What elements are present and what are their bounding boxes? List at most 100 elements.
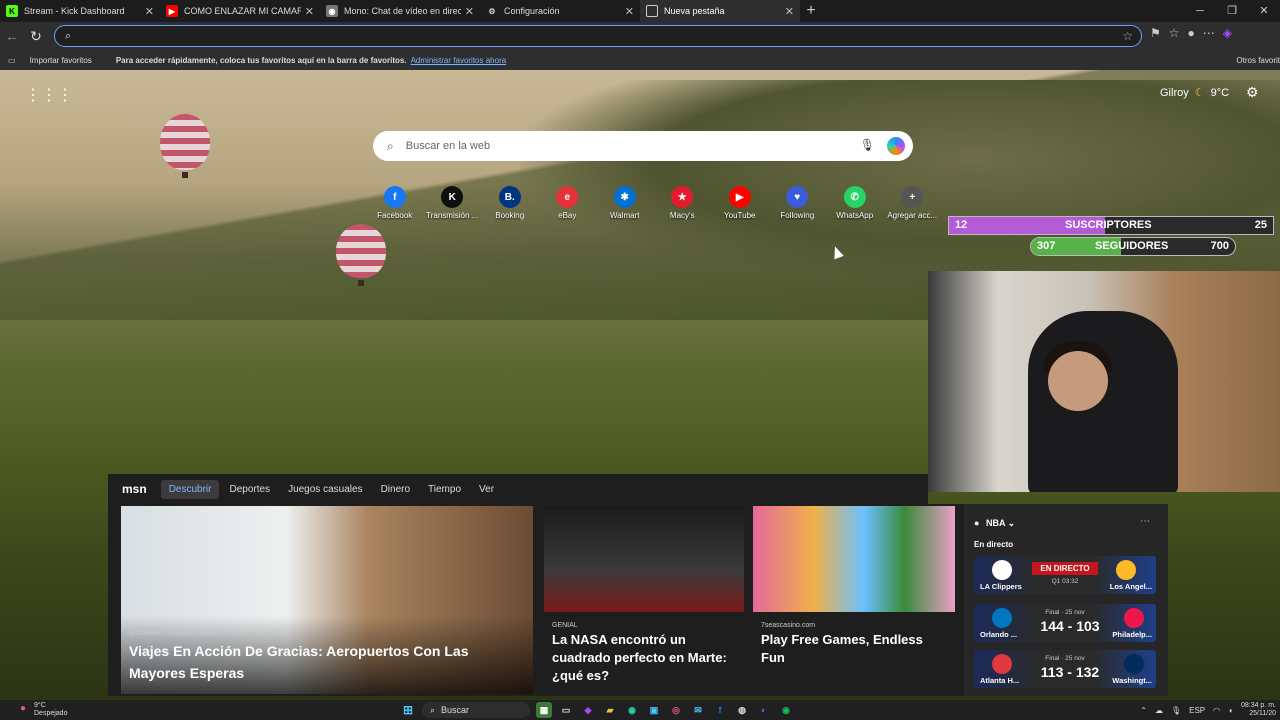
webcam-overlay [928,271,1280,492]
tab-label: COMO ENLAZAR MI CAMARA DE [184,6,301,16]
copilot-icon[interactable]: ◈ [580,702,596,718]
game-row[interactable]: EN DIRECTO Q1 03:32 LA Clippers Los Ange… [974,556,1156,594]
favorites-icon[interactable]: ☆ [1169,26,1180,40]
windows-start-icon[interactable]: ⊞ [400,702,416,718]
close-tab-icon[interactable]: ✕ [145,5,154,18]
tab-juegos-casuales[interactable]: Juegos casuales [280,480,371,499]
mail-icon[interactable]: ✉ [690,702,706,718]
tab-youtube-video[interactable]: ▶ COMO ENLAZAR MI CAMARA DE ✕ [160,0,320,22]
wifi-icon[interactable]: ◠ [1213,706,1220,715]
tab-kick-dashboard[interactable]: K Stream - Kick Dashboard ✕ [0,0,160,22]
back-icon[interactable]: ← [0,28,24,44]
shortcut-agregar-acc[interactable]: + Agregar acc... [884,186,942,220]
shortcut-icon: B. [498,186,521,208]
file-explorer-icon[interactable]: ▰ [602,702,618,718]
apps-grid-icon[interactable]: ⋮⋮⋮ [25,85,73,105]
shortcut-whatsapp[interactable]: ✆ WhatsApp [826,186,884,220]
shortcut-ebay[interactable]: e eBay [539,186,597,220]
mic-icon[interactable]: 🎙 [1171,706,1181,715]
subscribers-current: 12 [955,219,968,231]
shortcut-icon: ♥ [786,186,809,208]
youtube-icon: ▶ [166,5,178,17]
tab-tiempo[interactable]: Tiempo [420,480,469,499]
language-indicator[interactable]: ESP [1189,706,1205,715]
shortcut-following[interactable]: ♥ Following [769,186,827,220]
tab-dinero[interactable]: Dinero [373,480,418,499]
tab-deportes[interactable]: Deportes [221,480,278,499]
address-bar[interactable]: ⌕ ☆ [54,25,1142,47]
web-search-box[interactable]: ⌕ Buscar en la web 🎙 [373,131,913,161]
shortcut-facebook[interactable]: f Facebook [366,186,424,220]
game-row[interactable]: Final · 25 nov 144 - 103 Orlando ... Phi… [974,604,1156,642]
game-row[interactable]: Final · 25 nov 113 - 132 Atlanta H... Wa… [974,650,1156,688]
followers-current: 307 [1037,240,1056,252]
shortcut-booking[interactable]: B. Booking [481,186,539,220]
more-icon[interactable]: ⋯ [1203,26,1215,40]
shortcut-label: Transmisión ... [426,211,479,220]
facebook-icon[interactable]: f [712,702,728,718]
streamer-figure [1028,311,1178,492]
store-icon[interactable]: ▣ [646,702,662,718]
more-options-icon[interactable]: ⋯ [1140,516,1150,527]
live-badge: EN DIRECTO [1032,562,1098,575]
close-tab-icon[interactable]: ✕ [465,5,474,18]
favorite-star-icon[interactable]: ☆ [1122,29,1133,43]
edge-icon[interactable]: ◉ [624,702,640,718]
shortcut-macy-s[interactable]: ★ Macy's [654,186,712,220]
microphone-icon[interactable]: 🎙 [860,138,875,152]
tab-nueva-pestana[interactable]: Nueva pestaña ✕ [640,0,800,22]
import-favorites-link[interactable]: Importar favoritos [30,56,92,65]
close-tab-icon[interactable]: ✕ [625,5,634,18]
manage-favorites-link[interactable]: Administrar favoritos ahora [411,56,507,65]
shortcut-label: Macy's [669,211,695,220]
tab-label: Stream - Kick Dashboard [24,6,125,16]
profile-icon[interactable]: ● [1188,26,1195,40]
close-tab-icon[interactable]: ✕ [785,5,794,18]
new-tab-button[interactable]: + [800,0,822,22]
refresh-icon[interactable]: ↻ [24,28,48,45]
news-card[interactable]: GENIAL La NASA encontró un cuadrado perf… [544,506,744,694]
taskbar-search[interactable]: ⌕ Buscar [422,702,530,718]
close-tab-icon[interactable]: ✕ [305,5,314,18]
spotify-icon[interactable]: ◉ [778,702,794,718]
weather-icon[interactable]: ● [20,703,26,714]
widgets-icon[interactable]: ▦ [536,702,552,718]
copilot-icon[interactable]: ◈ [1223,26,1232,40]
tab-descubrir[interactable]: Descubrir [160,479,220,499]
taskbar-weather[interactable]: 9°C Despejado [34,702,67,718]
taskbar-clock[interactable]: 08:34 p. m. 25/11/20 [1241,702,1276,718]
extensions-icon[interactable]: ⚑ [1150,26,1161,40]
weather-widget[interactable]: Gilroy ☾ 9°C [1160,86,1229,100]
shortcut-youtube[interactable]: ▶ YouTube [711,186,769,220]
discord-icon[interactable]: ◐ [756,702,772,718]
shortcut-walmart[interactable]: ✱ Walmart [596,186,654,220]
tab-mono-chat[interactable]: ◉ Mono: Chat de vídeo en directo g ✕ [320,0,480,22]
followers-label: SEGUIDORES [1095,240,1169,252]
tab-ver[interactable]: Ver [471,480,502,499]
maximize-icon[interactable]: ❐ [1216,0,1248,22]
taskbar-temp: 9°C [34,702,46,709]
shortcut-label: WhatsApp [836,211,874,220]
minimize-icon[interactable]: ─ [1184,0,1216,22]
msn-logo[interactable]: msn [122,482,147,496]
league-selector[interactable]: ● NBA ⌄ [974,518,1015,529]
volume-icon[interactable]: ◖ [1228,706,1233,715]
news-card[interactable]: unbranded - Lifestyle (Spanish) · 1 s Vi… [121,506,533,694]
copilot-icon[interactable] [887,137,905,155]
tray-chevron-icon[interactable]: ⌃ [1140,706,1147,715]
task-view-icon[interactable]: ▭ [558,702,574,718]
settings-gear-icon[interactable]: ⚙ [1246,84,1259,101]
shortcut-transmisi-n[interactable]: K Transmisión ... [424,186,482,220]
chrome-icon[interactable]: ◍ [734,702,750,718]
kick-icon: K [6,5,18,17]
tab-label: Configuración [504,6,560,16]
tab-configuracion[interactable]: ⚙ Configuración ✕ [480,0,640,22]
bookmarks-bar: ▭ Importar favoritos Para acceder rápida… [0,50,1280,70]
close-window-icon[interactable]: ✕ [1248,0,1280,22]
instagram-icon[interactable]: ◎ [668,702,684,718]
tab-label: Mono: Chat de vídeo en directo g [344,6,461,16]
onedrive-icon[interactable]: ☁ [1155,706,1163,715]
ad-card[interactable]: 7seascasino.com Play Free Games, Endless… [753,506,955,694]
other-favorites-link[interactable]: Otros favorit [1236,56,1280,65]
live-label: En directo [974,540,1014,549]
